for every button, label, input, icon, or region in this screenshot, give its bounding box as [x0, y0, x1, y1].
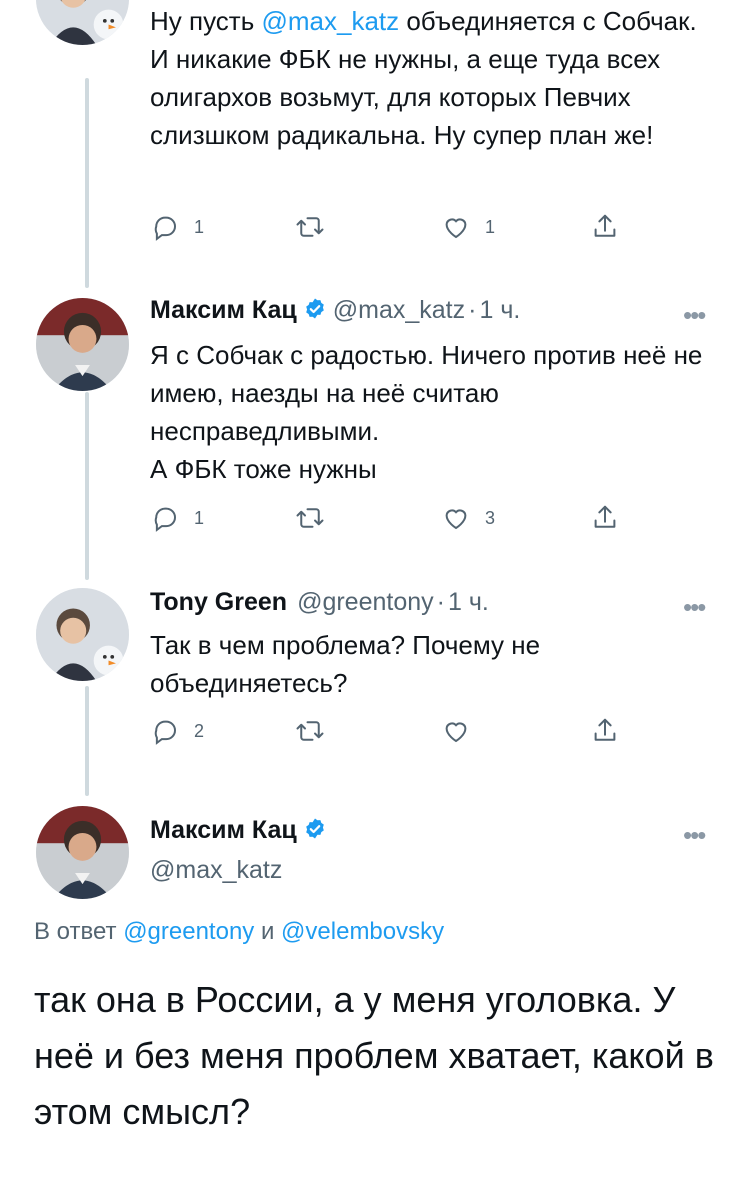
- share-button[interactable]: [590, 212, 620, 242]
- more-icon[interactable]: •••: [683, 820, 706, 851]
- author-handle[interactable]: @max_katz: [150, 856, 282, 885]
- mention-link[interactable]: @max_katz: [261, 6, 399, 36]
- reply-button[interactable]: 1: [150, 503, 204, 533]
- tweet-text-part: Ну пусть: [150, 6, 262, 36]
- more-icon[interactable]: •••: [683, 300, 706, 331]
- author-handle[interactable]: @max_katz: [333, 296, 465, 324]
- share-icon: [590, 716, 620, 746]
- share-icon: [590, 503, 620, 533]
- reply-icon: [150, 503, 180, 533]
- retweet-icon: [295, 716, 325, 746]
- retweet-button[interactable]: [295, 212, 339, 242]
- retweet-button[interactable]: [295, 716, 339, 746]
- separator: ·: [468, 296, 477, 324]
- avatar-tony-green[interactable]: [36, 588, 129, 681]
- retweet-icon: [295, 212, 325, 242]
- reply-count: 2: [194, 720, 205, 741]
- reply-icon: [150, 716, 180, 746]
- retweet-button[interactable]: [295, 503, 339, 533]
- thread-line: [85, 78, 89, 288]
- timestamp[interactable]: 1 ч.: [448, 588, 489, 616]
- reply-prefix: В ответ: [34, 918, 124, 945]
- reply-button[interactable]: 2: [150, 716, 204, 746]
- share-button[interactable]: [590, 716, 620, 746]
- author-name[interactable]: Tony Green: [150, 588, 287, 616]
- like-icon: [441, 212, 471, 242]
- timestamp[interactable]: 1 ч.: [479, 296, 520, 324]
- more-icon[interactable]: •••: [683, 592, 706, 623]
- main-tweet-author: Максим Кац: [150, 816, 333, 845]
- thread-line: [85, 686, 89, 796]
- tweet-actions: 1 1: [150, 212, 630, 246]
- share-button[interactable]: [590, 503, 620, 533]
- reply-count: 1: [194, 216, 205, 237]
- main-tweet-text: так она в России, а у меня уголовка. У н…: [34, 979, 714, 1132]
- separator: ·: [436, 588, 445, 616]
- like-button[interactable]: 3: [441, 503, 495, 533]
- retweet-icon: [295, 503, 325, 533]
- like-count: 1: [485, 216, 496, 237]
- reply-icon: [150, 212, 180, 242]
- tweet-text: Так в чем проблема? Почему не объединяет…: [150, 630, 541, 698]
- verified-icon: [303, 297, 327, 321]
- author-name[interactable]: Максим Кац: [150, 816, 297, 844]
- tweet-actions: 2: [150, 716, 630, 750]
- verified-icon: [303, 817, 327, 841]
- avatar-max-katz[interactable]: [36, 806, 129, 899]
- tweet-actions: 1 3: [150, 503, 630, 537]
- tweet-header: Максим Кац @max_katz · 1 ч.: [150, 296, 520, 325]
- mention-link[interactable]: @velembovsky: [281, 918, 444, 945]
- like-button[interactable]: [441, 716, 485, 746]
- like-icon: [441, 503, 471, 533]
- tweet-header: Tony Green @greentony · 1 ч.: [150, 588, 489, 617]
- thread-line: [85, 392, 89, 580]
- tweet-text: Ну пусть @max_katz объединяется с Собчак…: [150, 2, 720, 154]
- like-button[interactable]: 1: [441, 212, 495, 242]
- reply-context: В ответ @greentony и @velembovsky: [34, 918, 444, 946]
- mention-link[interactable]: @greentony: [123, 918, 254, 945]
- reply-joiner: и: [254, 918, 282, 945]
- avatar-max-katz[interactable]: [36, 298, 129, 391]
- like-icon: [441, 716, 471, 746]
- author-name[interactable]: Максим Кац: [150, 296, 297, 324]
- reply-button[interactable]: 1: [150, 212, 204, 242]
- like-count: 3: [485, 507, 496, 528]
- share-icon: [590, 212, 620, 242]
- avatar-tony-green[interactable]: [36, 0, 129, 45]
- reply-count: 1: [194, 507, 205, 528]
- tweet-text: Я с Собчак с радостью. Ничего против неё…: [150, 340, 703, 484]
- author-handle[interactable]: @greentony: [297, 588, 434, 616]
